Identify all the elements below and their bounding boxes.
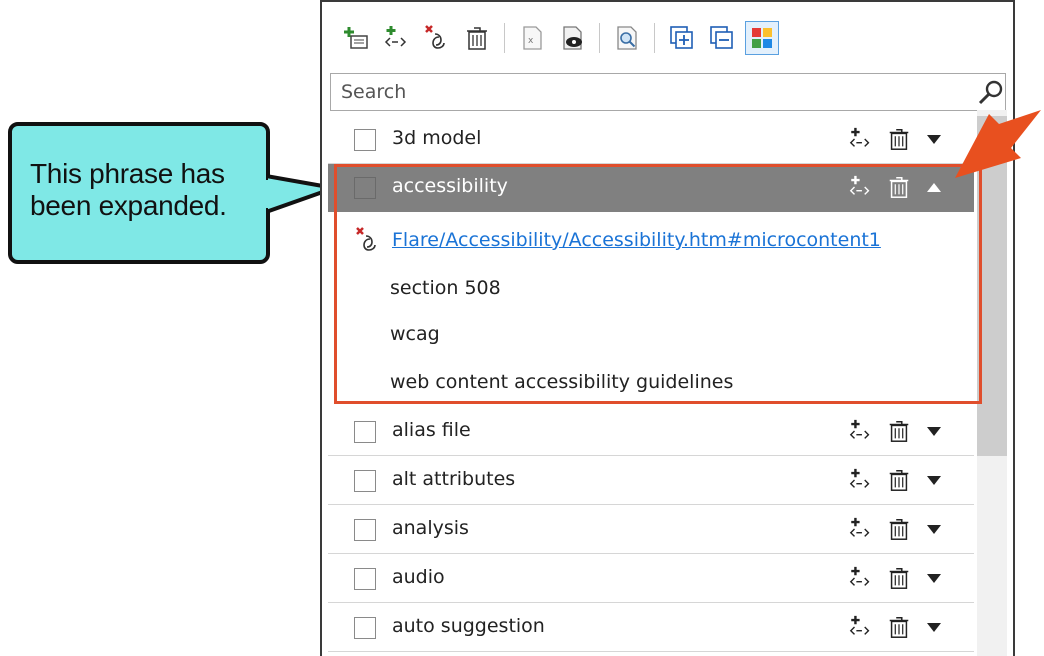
search-input[interactable] [339, 80, 963, 104]
excel-file-icon: x [523, 26, 542, 50]
alias-item: web content accessibility guidelines [390, 371, 734, 393]
collapse-all-icon [710, 26, 733, 49]
alias-item: wcag [390, 323, 440, 345]
add-alias-icon[interactable] [848, 614, 874, 640]
callout-line-1: This phrase has [30, 158, 225, 189]
delete-icon[interactable] [886, 467, 912, 493]
row-checkbox[interactable] [354, 519, 376, 541]
phrase-row[interactable]: auto suggestion [328, 604, 974, 652]
add-phrase-button[interactable] [340, 21, 374, 55]
preview-icon [563, 26, 582, 50]
callout-text: This phrase has been expanded. [30, 158, 227, 222]
microcontent-link[interactable]: Flare/Accessibility/Accessibility.htm#mi… [392, 229, 881, 251]
row-checkbox[interactable] [354, 568, 376, 590]
phrase-label: 3d model [392, 127, 482, 149]
phrase-row[interactable]: alt attributes [328, 457, 974, 505]
phrase-label: analysis [392, 517, 469, 539]
row-actions [848, 174, 944, 200]
phrase-row[interactable]: audio [328, 555, 974, 603]
color-grid-button[interactable] [745, 21, 779, 55]
add-alias-icon[interactable] [848, 565, 874, 591]
row-actions [848, 418, 944, 444]
delete-button[interactable] [460, 21, 494, 55]
add-alias-icon[interactable] [848, 174, 874, 200]
callout-line-2: been expanded. [30, 190, 227, 221]
row-checkbox[interactable] [354, 617, 376, 639]
expand-arrow-icon[interactable] [924, 470, 944, 490]
add-phrase-icon [344, 27, 368, 49]
delete-icon[interactable] [886, 418, 912, 444]
search-box [330, 73, 1006, 111]
delete-icon[interactable] [886, 516, 912, 542]
add-alias-icon[interactable] [848, 126, 874, 152]
add-alias-button[interactable] [380, 21, 414, 55]
row-checkbox[interactable] [354, 129, 376, 151]
add-alias-icon [384, 26, 407, 47]
callout-box: This phrase has been expanded. [8, 122, 270, 264]
alias-item: section 508 [390, 277, 501, 299]
row-actions [848, 126, 944, 152]
expand-arrow-icon[interactable] [924, 617, 944, 637]
expand-arrow-icon[interactable] [924, 129, 944, 149]
phrase-label: alias file [392, 419, 471, 441]
phrase-label: accessibility [392, 175, 508, 197]
delete-icon[interactable] [886, 174, 912, 200]
phrase-row[interactable]: analysis [328, 506, 974, 554]
remove-link-button[interactable] [420, 21, 454, 55]
delete-icon [467, 27, 487, 50]
row-actions [848, 565, 944, 591]
delete-icon[interactable] [886, 614, 912, 640]
row-checkbox[interactable] [354, 470, 376, 492]
expand-arrow-icon[interactable] [924, 568, 944, 588]
excel-button[interactable]: x [515, 21, 549, 55]
unlinked-icon [356, 227, 376, 251]
phrase-row[interactable]: 3d model [328, 116, 974, 164]
row-checkbox[interactable] [354, 177, 376, 199]
phrase-label: audio [392, 566, 445, 588]
preview-button[interactable] [555, 21, 589, 55]
find-icon [617, 26, 637, 50]
expand-arrow-icon[interactable] [924, 421, 944, 441]
collapse-arrow-icon[interactable] [924, 177, 944, 197]
annotation-arrow [955, 110, 1041, 178]
phrase-row-expanded[interactable]: accessibility [328, 164, 974, 212]
phrase-row[interactable]: alias file [328, 408, 974, 456]
svg-text:x: x [528, 36, 534, 46]
row-actions [848, 467, 944, 493]
row-actions [848, 614, 944, 640]
collapse-all-button[interactable] [705, 21, 739, 55]
color-grid-icon [752, 28, 772, 48]
add-alias-icon[interactable] [848, 467, 874, 493]
expand-all-icon [670, 26, 693, 49]
toolbar: x [340, 16, 779, 60]
expand-arrow-icon[interactable] [924, 519, 944, 539]
remove-link-icon [425, 25, 445, 49]
expand-all-button[interactable] [665, 21, 699, 55]
phrase-label: alt attributes [392, 468, 516, 490]
add-alias-icon[interactable] [848, 516, 874, 542]
add-alias-icon[interactable] [848, 418, 874, 444]
row-actions [848, 516, 944, 542]
toolbar-separator [504, 23, 505, 53]
delete-icon[interactable] [886, 565, 912, 591]
find-button[interactable] [610, 21, 644, 55]
toolbar-separator [654, 23, 655, 53]
row-checkbox[interactable] [354, 421, 376, 443]
toolbar-separator [599, 23, 600, 53]
phrase-label: auto suggestion [392, 615, 545, 637]
delete-icon[interactable] [886, 126, 912, 152]
